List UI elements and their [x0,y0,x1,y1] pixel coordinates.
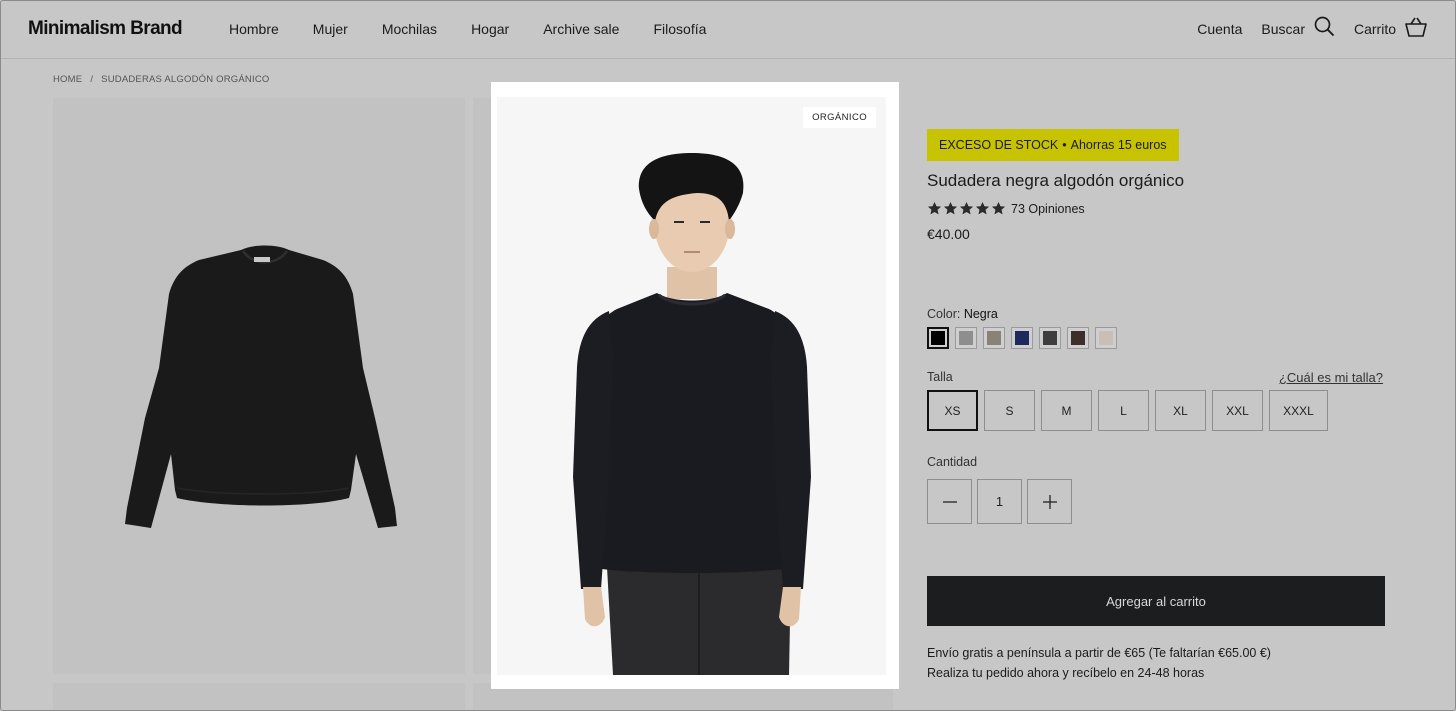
breadcrumb: HOME / SUDADERAS ALGODÓN ORGÁNICO [53,74,269,85]
search-label: Buscar [1261,21,1305,37]
color-swatch-fill [1071,331,1085,345]
color-swatch-fill [1099,331,1113,345]
color-swatch[interactable] [927,327,949,349]
breadcrumb-current: SUDADERAS ALGODÓN ORGÁNICO [101,74,270,85]
stock-badge: EXCESO DE STOCK • Ahorras 15 euros [927,129,1179,161]
breadcrumb-separator: / [90,74,94,85]
quantity-label: Cantidad [927,455,978,469]
size-option-xs[interactable]: XS [927,390,978,431]
quantity-decrease-button[interactable] [927,479,972,524]
color-swatch-fill [987,331,1001,345]
color-label-text: Color [927,307,957,321]
organic-badge: ORGÁNICO [803,107,876,128]
model-photo: ORGÁNICO [497,97,886,675]
color-label-colon: : [956,307,964,321]
color-swatches [927,327,1123,349]
delivery-info: Realiza tu pedido ahora y recíbelo en 24… [927,666,1205,680]
size-guide-link[interactable]: ¿Cuál es mi talla? [1279,370,1383,385]
star-icon [975,201,990,215]
product-title: Sudadera negra algodón orgánico [927,171,1185,190]
product-rating[interactable]: 73 Opiniones [927,201,1085,216]
header-actions: Cuenta Buscar Carrito [1197,16,1427,42]
size-option-xxxl[interactable]: XXXL [1269,390,1328,431]
color-swatch[interactable] [983,327,1005,349]
quantity-input[interactable]: 1 [977,479,1022,524]
brand-logo[interactable]: Minimalism Brand [28,18,183,40]
shipping-info: Envío gratis a península a partir de €65… [927,646,1271,660]
color-swatch[interactable] [1011,327,1033,349]
search-button[interactable]: Buscar [1261,16,1335,42]
nav-item-filosofia[interactable]: Filosofía [653,21,706,37]
size-option-xxl[interactable]: XXL [1212,390,1263,431]
search-icon [1305,16,1335,42]
color-label: Color: Negra [927,307,998,321]
color-swatch-fill [959,331,973,345]
color-swatch[interactable] [955,327,977,349]
size-label: Talla [927,370,953,384]
color-swatch-fill [1015,331,1029,345]
gallery-image-flat-sweatshirt[interactable] [53,98,465,674]
star-icon [959,201,974,215]
color-swatch[interactable] [1039,327,1061,349]
add-to-cart-button[interactable]: Agregar al carrito [927,576,1385,626]
size-options: XS S M L XL XXL XXXL [927,390,1334,431]
stock-badge-dot: • [1062,138,1067,152]
nav-item-archive-sale[interactable]: Archive sale [543,21,619,37]
page-frame: Minimalism Brand Hombre Mujer Mochilas H… [0,0,1456,711]
basket-icon [1396,17,1427,42]
color-swatch-fill [1043,331,1057,345]
size-option-m[interactable]: M [1041,390,1092,431]
selected-color-name: Negra [963,307,998,321]
color-swatch[interactable] [1067,327,1089,349]
star-rating [927,201,1007,216]
site-header: Minimalism Brand Hombre Mujer Mochilas H… [1,1,1455,59]
product-price: €40.00 [927,226,970,242]
cart-button[interactable]: Carrito [1354,17,1427,42]
zoomed-product-image[interactable]: ORGÁNICO [491,82,899,689]
size-option-l[interactable]: L [1098,390,1149,431]
stock-badge-label: EXCESO DE STOCK [939,138,1059,152]
account-link[interactable]: Cuenta [1197,21,1242,37]
breadcrumb-home[interactable]: HOME [53,74,82,85]
star-icon [991,201,1006,215]
color-swatch-fill [931,331,945,345]
main-nav: Hombre Mujer Mochilas Hogar Archive sale… [229,21,740,37]
stock-badge-savings: Ahorras 15 euros [1070,138,1167,152]
star-icon [943,201,958,215]
nav-item-hogar[interactable]: Hogar [471,21,509,37]
nav-item-hombre[interactable]: Hombre [229,21,279,37]
color-swatch[interactable] [1095,327,1117,349]
size-option-s[interactable]: S [984,390,1035,431]
quantity-stepper: 1 [927,479,1077,524]
review-count[interactable]: 73 Opiniones [1011,202,1085,216]
gallery-thumb-row-left [53,683,465,710]
cart-label: Carrito [1353,21,1396,37]
size-option-xl[interactable]: XL [1155,390,1206,431]
star-icon [927,201,942,215]
plus-icon [1042,494,1057,509]
nav-item-mochilas[interactable]: Mochilas [382,21,437,37]
minus-icon [942,500,957,503]
nav-item-mujer[interactable]: Mujer [313,21,348,37]
quantity-increase-button[interactable] [1027,479,1072,524]
